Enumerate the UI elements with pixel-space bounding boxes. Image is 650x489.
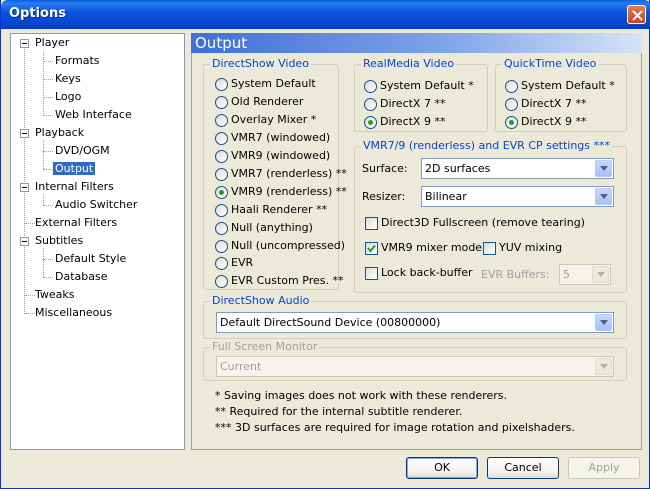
fullscreen-monitor-select[interactable]: Current bbox=[216, 356, 614, 377]
chevron-down-icon bbox=[600, 194, 608, 199]
directshow-audio-title: DirectShow Audio bbox=[210, 294, 312, 308]
tree-item-output[interactable]: Output bbox=[53, 161, 96, 177]
radio-vmr9-renderless[interactable]: VMR9 (renderless) ** bbox=[215, 185, 347, 201]
chevron-down-icon bbox=[597, 272, 605, 277]
vmr-settings-group: VMR7/9 (renderless) and EVR CP settings … bbox=[354, 139, 627, 293]
tree-item-player[interactable]: Player bbox=[35, 35, 69, 51]
radio-quicktime-system-default[interactable]: System Default * bbox=[505, 79, 615, 95]
radio-realmedia-system-default[interactable]: System Default * bbox=[364, 79, 474, 95]
checkmark-icon bbox=[367, 244, 376, 253]
radio-null-uncompressed[interactable]: Null (uncompressed) bbox=[215, 239, 345, 255]
tree-item-external-filters[interactable]: External Filters bbox=[35, 215, 117, 231]
close-icon bbox=[632, 10, 643, 21]
directshow-audio-group: DirectShow Audio Default DirectSound Dev… bbox=[203, 294, 627, 339]
radio-realmedia-directx9[interactable]: DirectX 9 ** bbox=[364, 115, 445, 131]
tree-item-default-style[interactable]: Default Style bbox=[55, 251, 126, 267]
realmedia-video-group: RealMedia Video System Default * DirectX… bbox=[354, 57, 488, 132]
note-saving-images: * Saving images does not work with these… bbox=[215, 389, 508, 402]
radio-null-anything[interactable]: Null (anything) bbox=[215, 221, 313, 237]
collapse-playback-icon[interactable] bbox=[20, 129, 29, 138]
fullscreen-monitor-group: Full Screen Monitor Current bbox=[203, 340, 627, 381]
radio-evr[interactable]: EVR bbox=[215, 256, 253, 272]
tree-item-miscellaneous[interactable]: Miscellaneous bbox=[35, 305, 112, 321]
audio-device-select[interactable]: Default DirectSound Device (00800000) bbox=[216, 312, 614, 333]
chevron-down-icon bbox=[600, 364, 608, 369]
yuv-mixing-checkbox[interactable]: YUV mixing bbox=[483, 241, 562, 257]
resizer-label: Resizer: bbox=[362, 190, 406, 203]
radio-haali-renderer[interactable]: Haali Renderer ** bbox=[215, 203, 327, 219]
page-title: Output bbox=[191, 33, 642, 53]
tree-item-logo[interactable]: Logo bbox=[55, 89, 81, 105]
chevron-down-icon bbox=[600, 166, 608, 171]
radio-realmedia-directx7[interactable]: DirectX 7 ** bbox=[364, 97, 445, 113]
radio-vmr7-windowed[interactable]: VMR7 (windowed) bbox=[215, 131, 330, 147]
note-3d-surfaces: *** 3D surfaces are required for image r… bbox=[215, 421, 575, 434]
radio-vmr7-renderless[interactable]: VMR7 (renderless) ** bbox=[215, 167, 347, 183]
tree-item-formats[interactable]: Formats bbox=[55, 53, 100, 69]
title-bar[interactable]: Options bbox=[1, 0, 650, 29]
realmedia-video-title: RealMedia Video bbox=[361, 57, 457, 71]
vmr-settings-title: VMR7/9 (renderless) and EVR CP settings … bbox=[361, 139, 612, 153]
tree-item-internal-filters[interactable]: Internal Filters bbox=[35, 179, 114, 195]
radio-overlay-mixer[interactable]: Overlay Mixer * bbox=[215, 113, 316, 129]
tree-item-database[interactable]: Database bbox=[55, 269, 108, 285]
evr-buffers-label: EVR Buffers: bbox=[481, 268, 550, 281]
vmr9-mixer-checkbox[interactable]: VMR9 mixer mode bbox=[365, 241, 482, 257]
radio-vmr9-windowed[interactable]: VMR9 (windowed) bbox=[215, 149, 330, 165]
tree-item-keys[interactable]: Keys bbox=[55, 71, 81, 87]
directshow-video-group: DirectShow Video System Default Old Rend… bbox=[203, 57, 347, 290]
d3d-fullscreen-checkbox[interactable]: Direct3D Fullscreen (remove tearing) bbox=[365, 216, 585, 232]
options-tree[interactable]: Player Formats Keys Logo Web Interface P… bbox=[10, 33, 185, 450]
tree-item-playback[interactable]: Playback bbox=[35, 125, 84, 141]
lock-back-buffer-checkbox[interactable]: Lock back-buffer bbox=[365, 266, 473, 282]
quicktime-video-title: QuickTime Video bbox=[502, 57, 599, 71]
radio-old-renderer[interactable]: Old Renderer bbox=[215, 95, 303, 111]
radio-system-default[interactable]: System Default bbox=[215, 77, 316, 93]
tree-item-tweaks[interactable]: Tweaks bbox=[35, 287, 75, 303]
surface-label: Surface: bbox=[362, 162, 408, 175]
collapse-player-icon[interactable] bbox=[20, 39, 29, 48]
fullscreen-monitor-title: Full Screen Monitor bbox=[210, 340, 320, 354]
quicktime-video-group: QuickTime Video System Default * DirectX… bbox=[495, 57, 627, 132]
tree-item-subtitles[interactable]: Subtitles bbox=[35, 233, 83, 249]
directshow-video-title: DirectShow Video bbox=[210, 57, 311, 71]
output-panel: DirectShow Video System Default Old Rend… bbox=[191, 53, 642, 450]
tree-item-dvd-ogm[interactable]: DVD/OGM bbox=[55, 143, 110, 159]
window-title: Options bbox=[9, 6, 66, 21]
radio-quicktime-directx9[interactable]: DirectX 9 ** bbox=[505, 115, 586, 131]
options-window: Options Player Formats Keys Logo Web Int… bbox=[0, 0, 650, 489]
note-subtitle-renderer: ** Required for the internal subtitle re… bbox=[215, 405, 463, 418]
radio-quicktime-directx7[interactable]: DirectX 7 ** bbox=[505, 97, 586, 113]
chevron-down-icon bbox=[600, 320, 608, 325]
surface-select[interactable]: 2D surfaces bbox=[421, 158, 614, 179]
collapse-internal-filters-icon[interactable] bbox=[20, 183, 29, 192]
evr-buffers-select[interactable]: 5 bbox=[559, 264, 611, 285]
resizer-select[interactable]: Bilinear bbox=[421, 186, 614, 207]
radio-evr-custom-pres[interactable]: EVR Custom Pres. ** bbox=[215, 274, 343, 290]
cancel-button[interactable]: Cancel bbox=[487, 457, 559, 479]
ok-button[interactable]: OK bbox=[406, 457, 478, 479]
close-button[interactable] bbox=[627, 5, 646, 24]
apply-button[interactable]: Apply bbox=[568, 457, 640, 479]
tree-item-audio-switcher[interactable]: Audio Switcher bbox=[55, 197, 137, 213]
collapse-subtitles-icon[interactable] bbox=[20, 237, 29, 246]
tree-item-web-interface[interactable]: Web Interface bbox=[55, 107, 132, 123]
